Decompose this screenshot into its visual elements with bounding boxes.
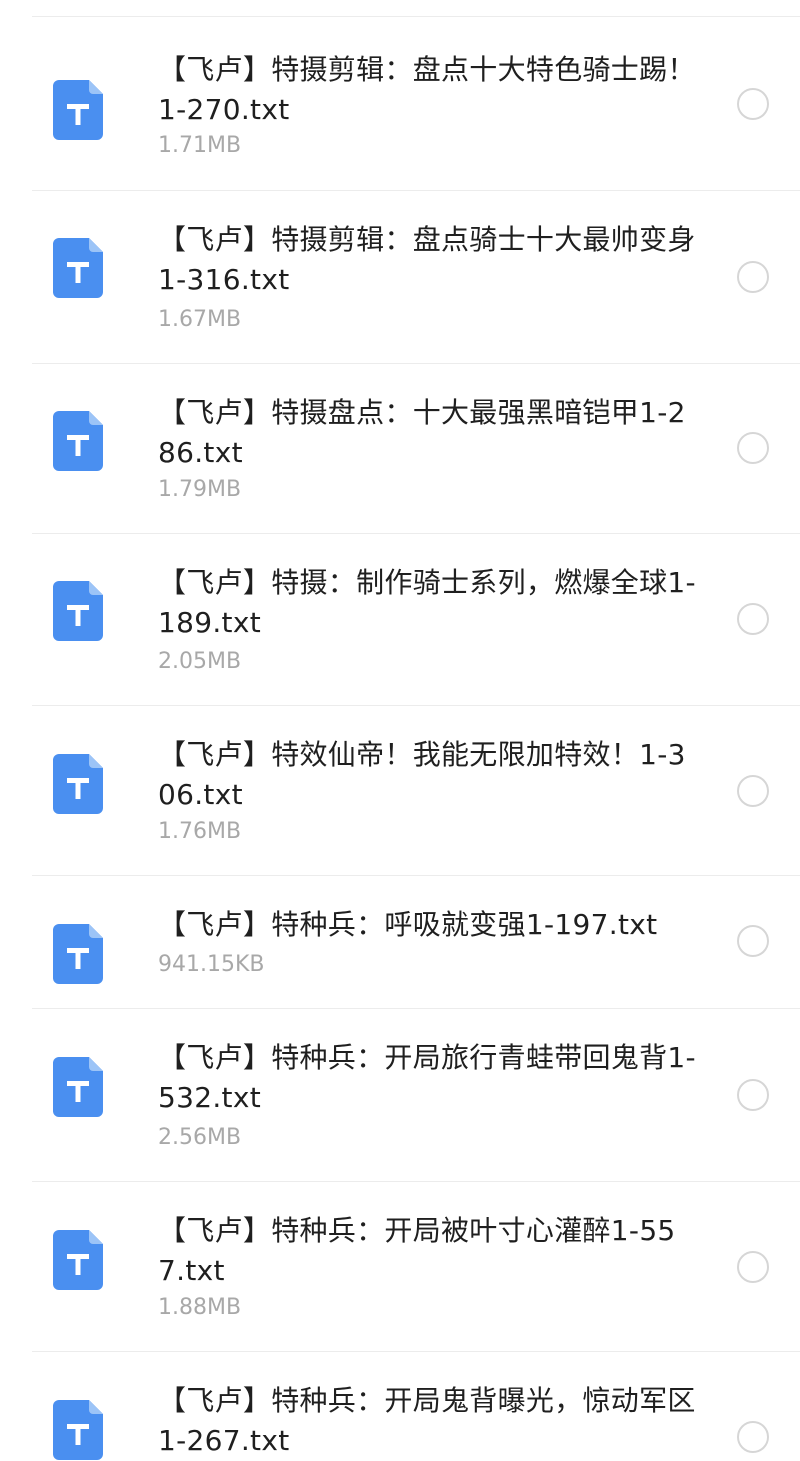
- row-divider: [32, 705, 800, 706]
- txt-file-icon: [53, 754, 103, 814]
- txt-file-icon: [53, 80, 103, 140]
- file-row[interactable]: 【飞卢】特种兵：开局被叶寸心灌醉1-557.txt 1.88MB: [0, 1181, 800, 1351]
- txt-file-icon: [53, 581, 103, 641]
- txt-file-icon: [53, 924, 103, 984]
- file-size: 941.15KB: [158, 952, 265, 977]
- file-size: 1.76MB: [158, 819, 242, 844]
- row-divider: [32, 1181, 800, 1182]
- row-divider: [32, 1351, 800, 1352]
- file-size: 2.05MB: [158, 649, 242, 674]
- select-radio[interactable]: [737, 1421, 769, 1453]
- file-name: 【飞卢】特摄剪辑：盘点骑士十大最帅变身1-316.txt: [158, 223, 696, 296]
- select-radio[interactable]: [737, 775, 769, 807]
- txt-file-icon: [53, 1057, 103, 1117]
- file-row[interactable]: 【飞卢】特种兵：开局旅行青蛙带回鬼背1-532.txt 2.56MB: [0, 1008, 800, 1181]
- file-name: 【飞卢】特种兵：开局鬼背曝光，惊动军区1-267.txt: [158, 1384, 696, 1457]
- file-name: 【飞卢】特种兵：开局旅行青蛙带回鬼背1-532.txt: [158, 1041, 696, 1114]
- row-divider: [32, 1008, 800, 1009]
- file-row[interactable]: 【飞卢】特摄剪辑：盘点十大特色骑士踢！1-270.txt 1.71MB: [0, 16, 800, 190]
- select-radio[interactable]: [737, 603, 769, 635]
- file-size: 1.71MB: [158, 133, 242, 158]
- file-row[interactable]: 【飞卢】特摄盘点：十大最强黑暗铠甲1-286.txt 1.79MB: [0, 363, 800, 533]
- select-radio[interactable]: [737, 925, 769, 957]
- row-divider: [32, 875, 800, 876]
- file-name: 【飞卢】特种兵：开局被叶寸心灌醉1-557.txt: [158, 1214, 676, 1287]
- file-name: 【飞卢】特摄盘点：十大最强黑暗铠甲1-286.txt: [158, 396, 686, 469]
- select-radio[interactable]: [737, 88, 769, 120]
- file-size: 1.88MB: [158, 1295, 242, 1320]
- file-row[interactable]: 【飞卢】特效仙帝！我能无限加特效！1-306.txt 1.76MB: [0, 705, 800, 875]
- row-divider: [32, 16, 800, 17]
- file-row[interactable]: 【飞卢】特摄剪辑：盘点骑士十大最帅变身1-316.txt 1.67MB: [0, 190, 800, 363]
- file-row[interactable]: 【飞卢】特种兵：呼吸就变强1-197.txt 941.15KB: [0, 875, 800, 1008]
- select-radio[interactable]: [737, 432, 769, 464]
- file-name: 【飞卢】特摄剪辑：盘点十大特色骑士踢！1-270.txt: [158, 53, 696, 126]
- file-size: 1.79MB: [158, 477, 242, 502]
- txt-file-icon: [53, 411, 103, 471]
- select-radio[interactable]: [737, 261, 769, 293]
- file-size: 2.56MB: [158, 1125, 242, 1150]
- row-divider: [32, 363, 800, 364]
- row-divider: [32, 533, 800, 534]
- file-row[interactable]: 【飞卢】特摄：制作骑士系列，燃爆全球1-189.txt 2.05MB: [0, 533, 800, 705]
- txt-file-icon: [53, 1230, 103, 1290]
- select-radio[interactable]: [737, 1251, 769, 1283]
- select-radio[interactable]: [737, 1079, 769, 1111]
- file-name: 【飞卢】特种兵：呼吸就变强1-197.txt: [158, 908, 658, 941]
- file-row[interactable]: 【飞卢】特种兵：开局鬼背曝光，惊动军区1-267.txt: [0, 1351, 800, 1460]
- txt-file-icon: [53, 1400, 103, 1460]
- file-name: 【飞卢】特摄：制作骑士系列，燃爆全球1-189.txt: [158, 566, 696, 639]
- txt-file-icon: [53, 238, 103, 298]
- row-divider: [32, 190, 800, 191]
- file-name: 【飞卢】特效仙帝！我能无限加特效！1-306.txt: [158, 738, 686, 811]
- file-size: 1.67MB: [158, 307, 242, 332]
